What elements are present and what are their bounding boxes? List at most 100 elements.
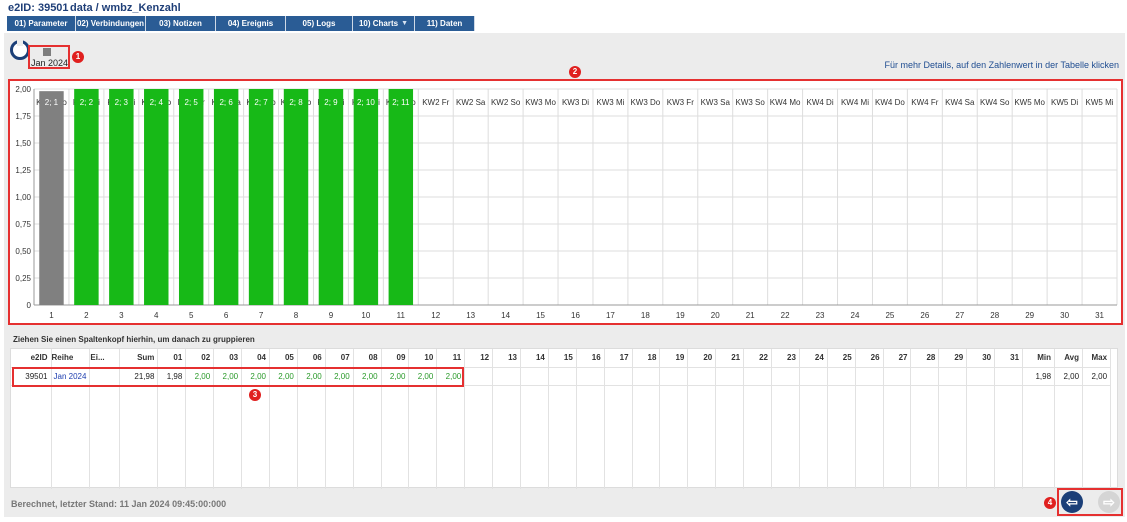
table-cell[interactable] [715,367,745,386]
column-header[interactable]: 02 [185,349,215,368]
column-header[interactable]: 05 [269,349,298,368]
column-header[interactable]: 15 [548,349,577,368]
column-header[interactable]: 23 [771,349,800,368]
table-cell[interactable]: 2,00 [269,367,298,386]
column-header[interactable]: 19 [659,349,689,368]
table-cell[interactable] [464,367,494,386]
table-cell[interactable]: Jan 2024 [51,367,91,386]
table-cell[interactable]: 2,00 [1054,367,1084,386]
column-header[interactable]: 13 [492,349,521,368]
column-header[interactable]: 25 [827,349,856,368]
table-cell[interactable] [659,367,689,386]
table-cell[interactable]: 2,00 [381,367,410,386]
table-cell[interactable] [89,367,121,386]
x-tick-label: 12 [431,311,440,320]
column-label: KW2 So [491,98,521,107]
column-header[interactable]: 07 [325,349,354,368]
table-cell[interactable] [492,367,521,386]
column-header[interactable]: 20 [687,349,717,368]
column-header[interactable]: 26 [855,349,884,368]
arrow-left-icon[interactable]: ⇦ [1061,491,1083,513]
column-label: KW4 So [980,98,1010,107]
column-header[interactable]: 10 [408,349,438,368]
column-header[interactable]: Reihe [51,349,91,368]
table-cell[interactable] [743,367,773,386]
column-header[interactable]: 14 [520,349,549,368]
tab-logs[interactable]: 05) Logs [286,16,353,31]
x-tick-label: 13 [466,311,475,320]
column-header[interactable]: 01 [157,349,187,368]
tab-charts[interactable]: 10) Charts ▼ [353,16,415,31]
bar [39,91,64,305]
table-cell[interactable] [910,367,940,386]
tab-parameter[interactable]: 01) Parameter [7,16,76,31]
table-cell[interactable] [799,367,828,386]
table-row[interactable]: 39501 Jan 2024 21,98 1,98 2,00 2,00 2,00 2,00 2,… [11,367,1112,386]
table-cell[interactable] [827,367,856,386]
table-cell[interactable]: 2,00 [436,367,466,386]
group-by-hint: Ziehen Sie einen Spaltenkopf hierhin, um… [13,335,255,344]
column-header[interactable]: 30 [966,349,996,368]
table-cell[interactable] [966,367,996,386]
bar [283,89,309,305]
table-cell[interactable]: 2,00 [213,367,243,386]
column-header[interactable]: Max [1082,349,1112,368]
table-cell[interactable]: 2,00 [353,367,382,386]
column-header[interactable]: 06 [297,349,326,368]
x-tick-label: 16 [571,311,580,320]
tab-daten[interactable]: 11) Daten [415,16,475,31]
column-header[interactable]: 18 [632,349,661,368]
tab-notizen[interactable]: 03) Notizen [146,16,216,31]
column-header[interactable]: 16 [576,349,605,368]
column-header[interactable]: 11 [436,349,466,368]
table-cell[interactable] [604,367,633,386]
column-header[interactable]: 27 [883,349,912,368]
column-header[interactable]: 24 [799,349,828,368]
column-header[interactable]: 29 [938,349,968,368]
table-cell[interactable] [938,367,968,386]
table-cell[interactable]: 2,00 [241,367,270,386]
x-tick-label: 30 [1060,311,1069,320]
table-cell[interactable] [855,367,884,386]
table-cell[interactable]: 2,00 [297,367,326,386]
annotation-badge-1: 1 [72,51,84,63]
column-header[interactable]: 22 [743,349,773,368]
column-header[interactable]: 08 [353,349,382,368]
column-header[interactable]: 31 [994,349,1024,368]
table-cell[interactable] [520,367,549,386]
table-cell[interactable] [632,367,661,386]
column-header[interactable]: 17 [604,349,633,368]
table-cell[interactable]: 39501 [11,367,52,386]
table-cell[interactable]: 21,98 [119,367,159,386]
column-header[interactable]: 12 [464,349,494,368]
column-header[interactable]: 21 [715,349,745,368]
table-cell[interactable] [994,367,1024,386]
column-header[interactable]: 28 [910,349,940,368]
table-cell[interactable] [883,367,912,386]
tab-ereignis[interactable]: 04) Ereignis [216,16,286,31]
column-header[interactable]: 09 [381,349,410,368]
refresh-icon[interactable] [10,40,30,60]
table-cell[interactable] [548,367,577,386]
column-header[interactable]: e2ID [11,349,52,368]
table-cell[interactable]: 1,98 [1022,367,1056,386]
table-cell[interactable]: 2,00 [325,367,354,386]
column-header[interactable]: Avg [1054,349,1084,368]
table-cell[interactable] [771,367,800,386]
y-tick-label: 1,25 [15,166,31,175]
table-cell[interactable] [576,367,605,386]
column-header[interactable]: 04 [241,349,270,368]
table-cell[interactable]: 2,00 [1082,367,1112,386]
tab-verbindungen[interactable]: 02) Verbindungen [76,16,146,31]
table-cell[interactable]: 2,00 [185,367,215,386]
column-header[interactable]: Sum [119,349,159,368]
column-header[interactable]: Min [1022,349,1056,368]
column-header[interactable]: 03 [213,349,243,368]
table-cell[interactable]: 2,00 [408,367,438,386]
arrow-right-icon[interactable]: ⇨ [1098,491,1120,513]
x-tick-label: 4 [154,311,159,320]
column-header[interactable]: Ei... [89,349,121,368]
bar-label: 2; 11 [392,98,410,107]
table-cell[interactable] [687,367,717,386]
table-cell[interactable]: 1,98 [157,367,187,386]
